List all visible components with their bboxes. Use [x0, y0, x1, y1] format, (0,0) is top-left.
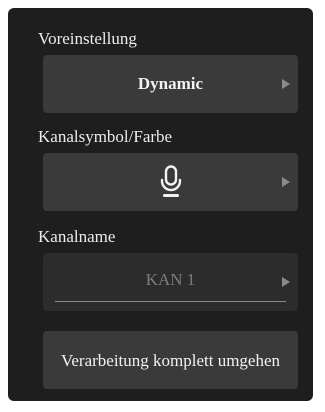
bypass-processing-label: Verarbeitung komplett umgehen — [60, 350, 281, 370]
bypass-processing-button[interactable]: Verarbeitung komplett umgehen — [43, 331, 298, 389]
chevron-right-icon — [282, 177, 290, 187]
microphone-icon — [160, 165, 181, 197]
input-underline — [55, 301, 286, 302]
channel-icon-selector[interactable] — [43, 153, 298, 211]
preset-value: Dynamic — [137, 74, 204, 93]
preset-label: Voreinstellung — [38, 29, 137, 48]
channel-name-label: Kanalname — [38, 227, 116, 246]
preset-selector[interactable]: Dynamic — [43, 55, 298, 113]
chevron-right-icon — [282, 277, 290, 287]
channel-name-value: KAN 1 — [145, 270, 196, 289]
channel-name-field[interactable]: KAN 1 — [43, 253, 298, 311]
chevron-right-icon — [282, 79, 290, 89]
channel-icon-label: Kanalsymbol/Farbe — [38, 127, 173, 146]
